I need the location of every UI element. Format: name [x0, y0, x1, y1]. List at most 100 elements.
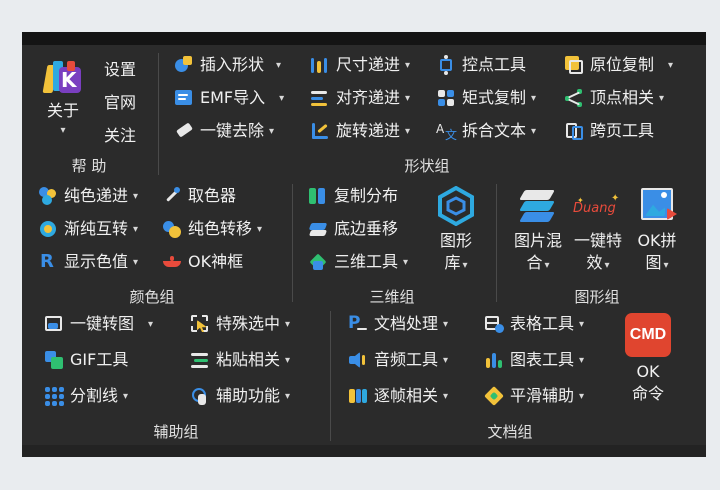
one-key-effect-label-1: 一键特 [573, 231, 622, 250]
chevron-down-icon: ▾ [579, 354, 585, 366]
rotate-step-button[interactable]: 旋转递进 ▾ [310, 119, 410, 143]
eyedropper-icon [162, 186, 182, 206]
one-key-to-image-label: 一键转图 [70, 314, 135, 333]
ok-stitch-button[interactable]: OK拼 图 ▾ [632, 186, 682, 277]
gif-tool-button[interactable]: GIF工具 [44, 348, 128, 372]
table-tool-label: 表格工具 [510, 314, 575, 333]
hand-pointer-icon [190, 386, 210, 406]
emf-import-button[interactable]: EMF导入 ▾ [174, 86, 284, 110]
align-step-button[interactable]: 对齐递进 ▾ [310, 86, 410, 110]
table-gear-icon [484, 314, 504, 334]
chevron-down-icon: ▾ [123, 390, 129, 402]
chevron-down-icon: ▾ [133, 223, 139, 235]
ok-stitch-label-2: 图 ▾ [645, 253, 669, 272]
cross-page-icon [564, 121, 584, 141]
group-divider [330, 311, 331, 441]
three-d-tool-button[interactable]: 三维工具 ▾ [308, 250, 408, 274]
three-d-tool-label: 三维工具 [334, 252, 399, 271]
one-key-effect-button[interactable]: Duang ✦ ✦ 一键特 效 ▾ [568, 186, 628, 277]
split-text-label: 拆合文本 [462, 121, 527, 140]
color-picker-button[interactable]: 取色器 [162, 184, 236, 208]
show-color-button[interactable]: R 显示色值 ▾ [38, 250, 138, 274]
image-mix-button[interactable]: 图片混 合 ▾ [508, 186, 568, 277]
settings-button[interactable]: 设置 [104, 56, 136, 80]
shape-library-label-2: 库 ▾ [444, 253, 468, 272]
ribbon-row-1: K 关于 ▾ 设置 官网 关注 帮 助 插入形状 ▾ EMF导入 ▾ 一键去除 … [22, 45, 706, 180]
chevron-down-icon: ▾ [544, 260, 550, 271]
show-color-label: 显示色值 [64, 252, 129, 271]
chart-tool-button[interactable]: 图表工具 ▾ [484, 348, 584, 372]
paste-related-label: 粘贴相关 [216, 350, 281, 369]
gradient-solid-label: 渐纯互转 [64, 219, 129, 238]
solid-step-button[interactable]: 纯色递进 ▾ [38, 184, 138, 208]
copy-distribute-label: 复制分布 [334, 186, 399, 205]
ribbon-row-3: 一键转图 ▾ GIF工具 分割线 ▾ 特殊选中 ▾ 粘贴相关 ▾ 辅助功能 ▾ … [22, 307, 706, 445]
frame-related-button[interactable]: 逐帧相关 ▾ [348, 384, 448, 408]
smooth-assist-label: 平滑辅助 [510, 386, 575, 405]
bottom-move-label: 底边垂移 [334, 219, 399, 238]
help-group-label: 帮 助 [71, 157, 107, 175]
control-point-icon [436, 55, 456, 75]
magic-lamp-icon [162, 252, 182, 272]
chevron-down-icon: ▾ [269, 125, 275, 137]
chevron-down-icon: ▾ [285, 318, 291, 330]
table-tool-button[interactable]: 表格工具 ▾ [484, 312, 584, 336]
chevron-down-icon: ▾ [604, 260, 610, 271]
gradient-solid-button[interactable]: 渐纯互转 ▾ [38, 217, 138, 241]
divider-line-button[interactable]: 分割线 ▾ [44, 384, 128, 408]
solid-transfer-button[interactable]: 纯色转移 ▾ [162, 217, 262, 241]
chevron-down-icon: ▾ [668, 59, 674, 71]
vertex-related-label: 顶点相关 [590, 88, 655, 107]
color-drop-icon [162, 219, 182, 239]
chevron-down-icon: ▾ [663, 260, 669, 271]
shape-group-label: 形状组 [404, 157, 450, 175]
color-circles-icon [38, 186, 58, 206]
copy-in-place-button[interactable]: 原位复制 ▾ [564, 53, 673, 77]
image-stack-icon [518, 186, 558, 226]
chevron-down-icon: ▾ [285, 390, 291, 402]
chart-tool-label: 图表工具 [510, 350, 575, 369]
control-tool-button[interactable]: 控点工具 [436, 53, 526, 77]
split-text-button[interactable]: A文 拆合文本 ▾ [436, 119, 536, 143]
color-group-label: 颜色组 [129, 288, 175, 306]
matrix-copy-button[interactable]: 矩式复制 ▾ [436, 86, 536, 110]
insert-shape-button[interactable]: 插入形状 ▾ [174, 53, 281, 77]
one-key-remove-label: 一键去除 [200, 121, 265, 140]
follow-button[interactable]: 关注 [104, 122, 136, 146]
cross-page-tool-button[interactable]: 跨页工具 [564, 119, 654, 143]
doc-text-icon: P [348, 313, 368, 334]
gradient-swap-icon [38, 219, 58, 239]
copy-distribute-button[interactable]: 复制分布 [308, 184, 398, 208]
r-letter-icon: R [40, 251, 54, 272]
special-select-label: 特殊选中 [216, 314, 281, 333]
paste-related-button[interactable]: 粘贴相关 ▾ [190, 348, 290, 372]
ok-logo-icon: K [42, 59, 83, 99]
one-key-remove-button[interactable]: 一键去除 ▾ [174, 119, 274, 143]
gif-icon [44, 350, 64, 370]
chevron-down-icon: ▾ [405, 125, 411, 137]
cube-icon [308, 252, 328, 272]
about-button[interactable]: K 关于 ▾ [40, 59, 86, 149]
special-select-button[interactable]: 特殊选中 ▾ [190, 312, 290, 336]
grid-icon [44, 386, 64, 406]
aux-function-button[interactable]: 辅助功能 ▾ [190, 384, 290, 408]
size-step-button[interactable]: 尺寸递进 ▾ [310, 53, 410, 77]
shape-library-button[interactable]: 图形 库 ▾ [434, 185, 478, 277]
ok-lamp-button[interactable]: OK神框 [162, 250, 243, 274]
audio-tool-button[interactable]: 音频工具 ▾ [348, 348, 448, 372]
frame-related-label: 逐帧相关 [374, 386, 439, 405]
copy-distribute-icon [308, 186, 328, 206]
diamond-icon [484, 386, 504, 406]
cross-page-tool-label: 跨页工具 [590, 121, 655, 140]
hexagon-icon [436, 185, 476, 227]
layers-icon [308, 219, 328, 239]
website-button[interactable]: 官网 [104, 89, 136, 113]
ok-command-button[interactable]: CMD OK 命令 [620, 313, 676, 405]
doc-process-button[interactable]: P 文档处理 ▾ [348, 312, 448, 336]
bottom-move-button[interactable]: 底边垂移 [308, 217, 398, 241]
smooth-assist-button[interactable]: 平滑辅助 ▾ [484, 384, 584, 408]
chevron-down-icon: ▾ [405, 92, 411, 104]
vertex-related-button[interactable]: 顶点相关 ▾ [564, 86, 664, 110]
one-key-to-image-button[interactable]: 一键转图 ▾ [44, 312, 153, 336]
one-key-effect-label-2: 效 ▾ [586, 253, 610, 272]
